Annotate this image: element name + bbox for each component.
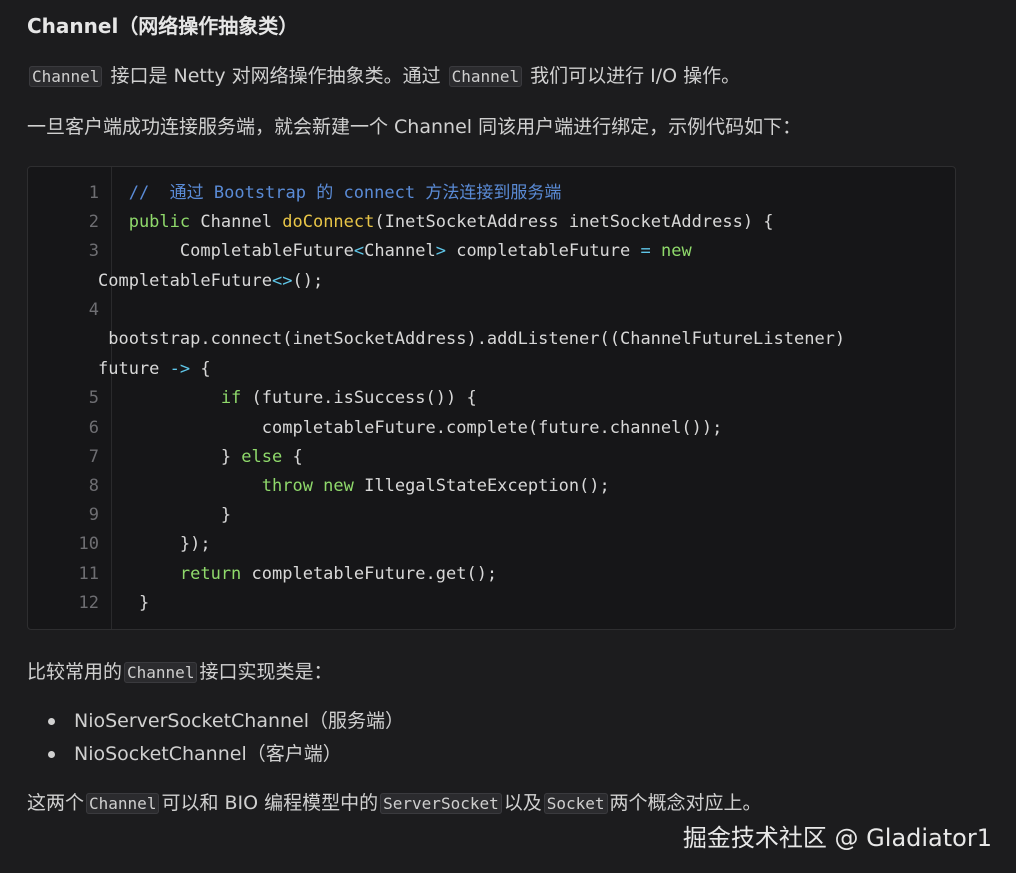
code-line: CompletableFuture<Channel> completableFu… bbox=[98, 239, 692, 263]
impl-classes-paragraph: 比较常用的 Channel 接口实现类是： bbox=[27, 658, 332, 687]
code-text: completableFuture bbox=[446, 241, 641, 261]
code-line: } bbox=[98, 503, 231, 527]
inline-code: Channel bbox=[448, 66, 523, 87]
paragraph-text: 我们可以进行 I/O 操作。 bbox=[524, 65, 741, 87]
impl-class-list: NioServerSocketChannel（服务端） NioSocketCha… bbox=[48, 705, 404, 771]
code-line: completableFuture.complete(future.channe… bbox=[98, 416, 723, 440]
code-line-wrapped: future -> { bbox=[98, 357, 211, 381]
code-text: { bbox=[190, 359, 211, 379]
code-operator: > bbox=[435, 241, 447, 261]
code-operator: -> bbox=[169, 359, 191, 379]
paragraph-text: 这两个 bbox=[27, 792, 85, 814]
code-text: (future.isSuccess()) { bbox=[241, 388, 477, 408]
code-text: }); bbox=[98, 534, 211, 554]
bullet-icon bbox=[48, 718, 55, 725]
code-text: Channel bbox=[190, 212, 283, 232]
paragraph-text: 以及 bbox=[503, 792, 542, 814]
code-text: { bbox=[282, 447, 303, 467]
code-text: } bbox=[98, 505, 232, 525]
code-text: CompletableFuture bbox=[98, 241, 354, 261]
section-heading: Channel（网络操作抽象类） bbox=[27, 14, 299, 38]
code-text: } bbox=[98, 447, 242, 467]
inline-code: Socket bbox=[543, 793, 608, 814]
bullet-icon bbox=[48, 751, 55, 758]
code-line: if (future.isSuccess()) { bbox=[98, 386, 477, 410]
line-number: 4 bbox=[88, 300, 99, 320]
watermark: 掘金技术社区 @ Gladiator1 bbox=[682, 824, 992, 852]
code-text: completableFuture.complete(future.channe… bbox=[98, 418, 723, 438]
intro-paragraph: Channel 接口是 Netty 对网络操作抽象类。通过 Channel 我们… bbox=[27, 62, 740, 91]
code-text: completableFuture.get(); bbox=[241, 564, 498, 584]
code-keyword: new bbox=[650, 241, 692, 261]
code-keyword: return bbox=[98, 564, 242, 584]
paragraph-text: 接口实现类是： bbox=[199, 661, 333, 683]
line-number: 10 bbox=[78, 534, 99, 554]
code-operator: < bbox=[353, 241, 365, 261]
code-operator: = bbox=[640, 241, 651, 261]
code-text: CompletableFuture bbox=[98, 271, 272, 291]
code-keyword: public bbox=[98, 212, 191, 232]
paragraph-text: 可以和 BIO 编程模型中的 bbox=[161, 792, 379, 814]
code-line: // 通过 Bootstrap 的 connect 方法连接到服务端 bbox=[98, 181, 562, 205]
code-line: bootstrap.connect(inetSocketAddress).add… bbox=[98, 327, 845, 351]
description-paragraph: 一旦客户端成功连接服务端，就会新建一个 Channel 同该用户端进行绑定，示例… bbox=[27, 116, 802, 138]
inline-code: Channel bbox=[124, 662, 198, 683]
code-line: } bbox=[98, 591, 149, 615]
list-item: NioServerSocketChannel（服务端） bbox=[48, 705, 404, 738]
code-line: throw new IllegalStateException(); bbox=[98, 474, 610, 498]
code-keyword: new bbox=[312, 476, 354, 496]
inline-code: Channel bbox=[86, 793, 160, 814]
paragraph-text: 两个概念对应上。 bbox=[609, 792, 762, 814]
code-text: Channel bbox=[364, 241, 436, 261]
code-operator: <> bbox=[272, 271, 293, 291]
code-text: } bbox=[98, 593, 150, 613]
code-keyword: if bbox=[98, 388, 242, 408]
line-number: 12 bbox=[78, 593, 99, 613]
code-line: return completableFuture.get(); bbox=[98, 562, 497, 586]
code-function-name: doConnect bbox=[282, 212, 375, 232]
code-keyword: throw bbox=[98, 476, 313, 496]
code-text: bootstrap.connect(inetSocketAddress).add… bbox=[98, 329, 846, 349]
code-keyword: else bbox=[241, 447, 283, 467]
closing-paragraph: 这两个 Channel 可以和 BIO 编程模型中的 ServerSocket 以及 So… bbox=[27, 789, 762, 818]
code-text: (); bbox=[292, 271, 324, 291]
code-line: public Channel doConnect(InetSocketAddre… bbox=[98, 210, 774, 234]
paragraph-text: 比较常用的 bbox=[27, 661, 123, 683]
line-number: 11 bbox=[78, 564, 99, 584]
inline-code: ServerSocket bbox=[380, 793, 502, 814]
code-line: } else { bbox=[98, 445, 303, 469]
code-text: future bbox=[98, 359, 170, 379]
code-comment: // 通过 Bootstrap 的 connect 方法连接到服务端 bbox=[98, 183, 562, 203]
code-block: 1 2 3 4 5 6 7 8 9 10 11 12 // 通过 Bootstr… bbox=[27, 166, 956, 630]
code-text: IllegalStateException(); bbox=[353, 476, 610, 496]
list-item: NioSocketChannel（客户端） bbox=[48, 738, 404, 771]
code-line-wrapped: CompletableFuture<>(); bbox=[98, 269, 323, 293]
paragraph-text: 接口是 Netty 对网络操作抽象类。通过 bbox=[104, 65, 447, 87]
code-line: }); bbox=[98, 532, 211, 556]
inline-code: Channel bbox=[29, 66, 103, 87]
code-text: (InetSocketAddress inetSocketAddress) { bbox=[374, 212, 774, 232]
